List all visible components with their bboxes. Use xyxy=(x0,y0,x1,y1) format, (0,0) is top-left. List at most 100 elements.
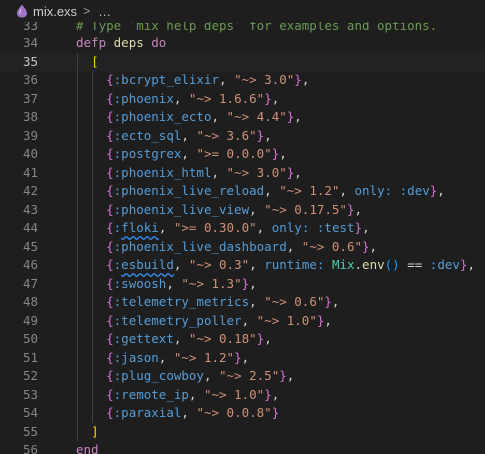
code-line[interactable]: 33 # Type `mix help deps` for examples an… xyxy=(0,22,485,34)
line-number: 33 xyxy=(22,22,38,33)
code-token: , xyxy=(256,220,272,235)
code-token: { xyxy=(106,109,114,124)
code-token: "~> 0.0.8" xyxy=(196,405,272,420)
code-token: { xyxy=(106,312,114,328)
code-token: , xyxy=(203,368,220,383)
code-line[interactable]: 51 {:jason, "~> 1.2"}, xyxy=(0,348,485,367)
code-token: , xyxy=(173,331,189,346)
code-line[interactable]: 36 {:bcrypt_elixir, "~> 3.0"}, xyxy=(0,71,485,90)
code-line[interactable]: 50 {:gettext, "~> 0.18"}, xyxy=(0,330,485,349)
code-text: {:phoenix_live_dashboard, "~> 0.6"}, xyxy=(76,238,377,257)
code-token: , xyxy=(467,257,475,272)
code-token: , xyxy=(173,90,189,106)
code-token: "~> 0.18" xyxy=(188,331,257,346)
line-number: 54 xyxy=(22,405,38,420)
code-text: ] xyxy=(76,423,99,442)
code-text: {:ecto_sql, "~> 3.6"}, xyxy=(76,127,272,146)
code-line[interactable]: 48 {:telemetry_metrics, "~> 0.6"}, xyxy=(0,293,485,312)
code-line[interactable]: 54 {:paraxial, "~> 0.0.8"} xyxy=(0,404,485,423)
line-number: 48 xyxy=(22,294,38,309)
code-token: { xyxy=(106,201,114,217)
code-token: { xyxy=(106,164,114,180)
code-token: do xyxy=(143,35,167,50)
code-token: { xyxy=(106,90,114,106)
code-token: only: :test xyxy=(271,220,355,235)
code-line[interactable]: 38 {:phoenix_ecto, "~> 4.4"}, xyxy=(0,108,485,127)
code-token: , xyxy=(249,257,265,272)
breadcrumb: mix.exs > … xyxy=(0,0,485,22)
code-line[interactable]: 44 {:floki, ">= 0.30.0", only: :test}, xyxy=(0,219,485,238)
code-token: } xyxy=(234,349,242,365)
line-number: 45 xyxy=(22,238,38,254)
code-token: "~> 0.17.5" xyxy=(264,201,347,217)
code-line[interactable]: 46 {:esbuild, "~> 0.3", runtime: Mix.env… xyxy=(0,256,485,275)
code-token: env xyxy=(362,257,385,272)
code-line[interactable]: 37 {:phoenix, "~> 1.6.6"}, xyxy=(0,89,485,108)
breadcrumb-more[interactable]: … xyxy=(98,4,111,19)
code-editor[interactable]: 33 # Type `mix help deps` for examples an… xyxy=(0,22,485,454)
line-number: 56 xyxy=(22,442,38,454)
code-token: :phoenix xyxy=(113,90,174,106)
code-token: ">= 0.30.0" xyxy=(173,220,257,235)
chevron-right-icon: > xyxy=(83,4,91,18)
code-token: :telemetry_metrics xyxy=(113,294,250,309)
code-text: {:phoenix_live_view, "~> 0.17.5"}, xyxy=(76,201,362,220)
code-token: , xyxy=(249,275,257,291)
code-token: , xyxy=(286,238,302,254)
code-token: end xyxy=(76,442,99,454)
line-number: 36 xyxy=(22,72,38,87)
code-token: only: :dev xyxy=(354,183,430,198)
code-token: { xyxy=(106,220,114,235)
code-line[interactable]: 40 {:postgrex, ">= 0.0.0"}, xyxy=(0,145,485,164)
code-token: "~> 0.6" xyxy=(301,238,363,254)
code-token: :plug_cowboy xyxy=(113,368,204,383)
code-token: , xyxy=(158,349,174,365)
code-token: :phoenix_ecto xyxy=(113,109,212,124)
code-text: # Type `mix help deps` for examples and … xyxy=(76,22,437,32)
line-number: 46 xyxy=(22,257,38,272)
code-token: , xyxy=(181,405,197,420)
code-token: :ecto_sql xyxy=(113,127,182,143)
code-line[interactable]: 45 {:phoenix_live_dashboard, "~> 0.6"}, xyxy=(0,237,485,257)
code-token: :phoenix_live_dashboard xyxy=(113,238,287,254)
code-token: , xyxy=(264,127,272,143)
code-line[interactable]: 47 {:swoosh, "~> 1.3"}, xyxy=(0,274,485,293)
code-token: == xyxy=(399,257,430,272)
code-token: "~> 3.6" xyxy=(196,127,257,143)
code-token: :dev xyxy=(429,257,460,272)
code-token: ">= 0.0.0" xyxy=(196,146,272,161)
code-text: {:phoenix_ecto, "~> 4.4"}, xyxy=(76,108,302,127)
line-number: 35 xyxy=(22,53,38,69)
code-line[interactable]: 42 {:phoenix_live_reload, "~> 1.2", only… xyxy=(0,182,485,201)
code-line[interactable]: 49 {:telemetry_poller, "~> 1.0"}, xyxy=(0,311,485,330)
code-line[interactable]: 53 {:remote_ip, "~> 1.0"}, xyxy=(0,385,485,404)
code-line[interactable]: 52 {:plug_cowboy, "~> 2.5"}, xyxy=(0,367,485,386)
line-number: 41 xyxy=(22,164,38,180)
code-token: } xyxy=(279,368,287,383)
code-token: } xyxy=(346,201,355,217)
code-line[interactable]: 34 defp deps do xyxy=(0,34,485,53)
code-token: } xyxy=(241,275,250,291)
line-number: 38 xyxy=(22,109,38,124)
code-line[interactable]: 35 [ xyxy=(0,52,485,72)
line-number: 42 xyxy=(22,183,38,198)
code-token: , xyxy=(211,164,227,180)
code-line[interactable]: 56 end xyxy=(0,441,485,454)
code-token: , xyxy=(301,72,310,87)
code-token: :remote_ip xyxy=(113,386,189,402)
line-number: 47 xyxy=(22,275,38,291)
code-line[interactable]: 39 {:ecto_sql, "~> 3.6"}, xyxy=(0,126,485,146)
code-token: { xyxy=(106,386,114,402)
code-token-warning: esbuild xyxy=(121,257,174,272)
code-text: [ xyxy=(76,53,99,72)
line-number: 43 xyxy=(22,201,38,217)
code-text: {:plug_cowboy, "~> 2.5"}, xyxy=(76,367,294,386)
code-token: "~> 1.0" xyxy=(203,386,265,402)
code-token: () xyxy=(384,257,400,272)
code-line[interactable]: 55 ] xyxy=(0,422,485,442)
code-line[interactable]: 41 {:phoenix_html, "~> 3.0"}, xyxy=(0,163,485,182)
code-token: { xyxy=(106,331,114,346)
code-token: , xyxy=(188,386,204,402)
code-line[interactable]: 43 {:phoenix_live_view, "~> 0.17.5"}, xyxy=(0,200,485,220)
breadcrumb-file[interactable]: mix.exs xyxy=(33,4,77,19)
